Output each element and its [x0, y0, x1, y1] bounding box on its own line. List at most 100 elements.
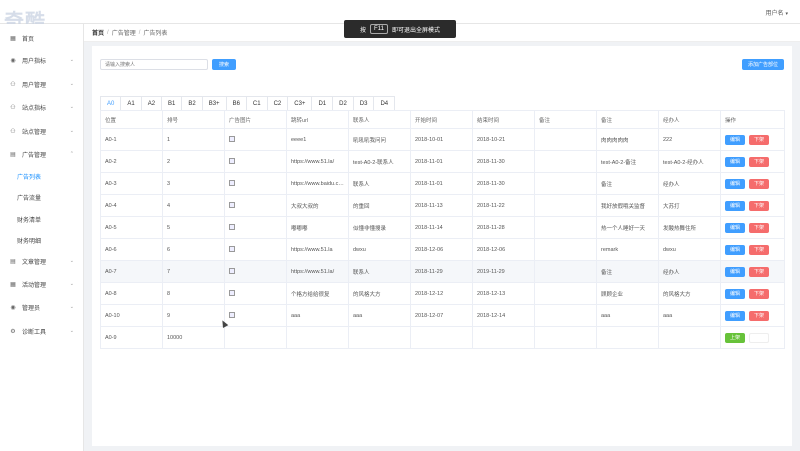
table-header-row: 位置 排号 广告图片 跳转url 联系人 开始时间 结束时间 备注 备注 经办人…	[100, 110, 785, 129]
ad-image-cell	[224, 172, 287, 195]
user-menu[interactable]: 用户名 ▾	[765, 8, 788, 17]
edit-button[interactable]: 编辑	[725, 178, 745, 189]
sidebar-item-user-metrics[interactable]: ◉ 用户指标 ⌄	[0, 53, 84, 67]
position-tabs: A0 A1 A2 B1 B2 B3+ B6 C1 C2 C3+ D1 D2 D3…	[100, 96, 396, 110]
sidebar-item-site-metrics[interactable]: ⚇ 站点指标 ⌄	[0, 100, 84, 114]
cell-start: 2018-12-12	[410, 282, 473, 305]
sidebar-item-home[interactable]: ▦ 首页	[0, 31, 84, 45]
sidebar-item-article-management[interactable]: ▤ 文章管理 ⌄	[0, 254, 84, 268]
tab-a1[interactable]: A1	[121, 97, 142, 110]
cell-contact: aaa	[348, 304, 411, 327]
tab-b2[interactable]: B2	[182, 97, 203, 110]
table-row[interactable]: A0-4 4 大叔大叔的 的重回 2018-11-13 2018-11-22 我好放假哦关监…	[100, 194, 785, 217]
sidebar-item-activity-management[interactable]: ▦ 活动管理 ⌄	[0, 277, 84, 291]
fullscreen-tip: 按 F11 即可退出全屏模式	[344, 20, 456, 38]
edit-button[interactable]: 编辑	[725, 222, 745, 233]
broken-image-icon	[229, 290, 235, 297]
column-header: 联系人	[348, 110, 411, 129]
edit-button[interactable]: 编辑	[725, 156, 745, 167]
add-ad-slot-button[interactable]: 添加广告部位	[742, 59, 784, 70]
tab-b3-plus[interactable]: B3+	[202, 97, 227, 110]
cell-memo1	[534, 304, 597, 327]
cell-no: 8	[162, 282, 225, 305]
tab-d2[interactable]: D2	[333, 97, 354, 110]
tab-a0[interactable]: A0	[101, 97, 122, 110]
take-down-button[interactable]: 下架	[749, 222, 769, 233]
empty-cell	[596, 326, 659, 349]
sidebar-item-admin[interactable]: ◉ 管理员 ⌄	[0, 300, 84, 314]
cell-start: 2018-12-07	[410, 304, 473, 327]
edit-button[interactable]: 编辑	[725, 266, 745, 277]
cell-start: 2018-10-01	[410, 128, 473, 151]
column-header: 跳转url	[286, 110, 349, 129]
sidebar-subitem-finance-list[interactable]: 财务清单	[0, 212, 84, 226]
gear-icon: ⚙	[10, 328, 16, 335]
table-row[interactable]: A0-5 5 嘟嘟嘟 似懂非懂搜录 2018-11-14 2018-11-28 热一个人睡好…	[100, 216, 785, 239]
tab-d3[interactable]: D3	[353, 97, 375, 110]
table-row[interactable]: A0-10 9 aaa aaa 2018-12-07 2018-12-14 aaa aaa 编辑…	[100, 304, 785, 327]
take-down-button[interactable]: 下架	[749, 266, 769, 277]
tab-b6[interactable]: B6	[226, 97, 247, 110]
cell-url: https://www.51.la/	[286, 150, 349, 173]
sidebar-item-site-management[interactable]: ⚇ 站点管理 ⌄	[0, 124, 84, 138]
cell-pos: A0-5	[100, 216, 163, 239]
tab-d4[interactable]: D4	[374, 97, 395, 110]
cell-start: 2018-11-13	[410, 194, 473, 217]
breadcrumb-ad-management[interactable]: 广告管理	[112, 28, 136, 37]
take-down-button[interactable]: 下架	[749, 200, 769, 211]
logo[interactable]: 奇酷 logo	[4, 0, 96, 33]
table-row[interactable]: A0-8 8 个格方给给很复 的风格大方 2018-12-12 2018-12-13 顾顾企…	[100, 282, 785, 305]
table-row[interactable]: A0-3 3 https://www.baidu.com 联系人 2018-11-01 2…	[100, 172, 785, 195]
tab-d1[interactable]: D1	[312, 97, 334, 110]
sidebar-subitem-ad-traffic[interactable]: 广告流量	[0, 190, 84, 204]
column-header: 经办人	[658, 110, 721, 129]
take-down-button[interactable]: 下架	[749, 244, 769, 255]
actions-cell: 上架	[720, 326, 785, 349]
actions-cell: 编辑 下架	[720, 128, 785, 151]
actions-cell: 编辑 下架	[720, 282, 785, 305]
document-icon: ▤	[10, 151, 16, 158]
dashboard-icon: ▦	[10, 35, 16, 42]
cell-memo2: remark	[596, 238, 659, 261]
search-button[interactable]: 搜索	[212, 59, 236, 70]
take-down-button[interactable]: 下架	[749, 310, 769, 321]
publish-button[interactable]: 上架	[725, 332, 745, 343]
edit-button[interactable]: 编辑	[725, 134, 745, 145]
tab-c3-plus[interactable]: C3+	[288, 97, 313, 110]
main-panel: 搜索 添加广告部位 A0 A1 A2 B1 B2 B3+ B6 C1 C2 C3…	[92, 46, 792, 446]
empty-cell	[472, 326, 535, 349]
take-down-button[interactable]: 下架	[749, 178, 769, 189]
actions-cell: 编辑 下架	[720, 260, 785, 283]
tab-a2[interactable]: A2	[141, 97, 163, 110]
chevron-down-icon: ⌄	[69, 328, 74, 334]
edit-button[interactable]: 编辑	[725, 288, 745, 299]
table-row[interactable]: A0-9 10000 上架	[100, 326, 785, 349]
edit-button[interactable]: 编辑	[725, 200, 745, 211]
sidebar-item-diagnostic-tools[interactable]: ⚙ 诊断工具 ⌄	[0, 324, 84, 338]
edit-button[interactable]: 编辑	[725, 310, 745, 321]
take-down-button[interactable]: 下架	[749, 134, 769, 145]
cell-contact: 的风格大方	[348, 282, 411, 305]
cell-no: 3	[162, 172, 225, 195]
breadcrumb-home[interactable]: 首页	[92, 28, 104, 37]
table-row[interactable]: A0-1 1 eeee1 吼吼吼我问问 2018-10-01 2018-10-21 肉肉肉肉…	[100, 128, 785, 151]
cell-agent: 经办人	[658, 260, 721, 283]
chevron-down-icon: ⌄	[69, 281, 74, 287]
sidebar-subitem-ad-list[interactable]: 广告列表	[0, 169, 84, 183]
sidebar-subitem-finance-detail[interactable]: 财务明细	[0, 233, 84, 247]
take-down-button[interactable]: 下架	[749, 288, 769, 299]
cell-memo1	[534, 260, 597, 283]
take-down-button[interactable]: 下架	[749, 156, 769, 167]
edit-button[interactable]: 编辑	[725, 244, 745, 255]
cell-contact: dwxu	[348, 238, 411, 261]
table-row[interactable]: A0-7 7 https://www.51.la/联系人 2018-11-29 2019…	[100, 260, 785, 283]
search-input[interactable]	[100, 59, 208, 70]
tab-c2[interactable]: C2	[267, 97, 289, 110]
table-row[interactable]: A0-6 6 https://www.51.la dwxu 2018-12-06 2018…	[100, 238, 785, 261]
sidebar-item-ad-management[interactable]: ▤ 广告管理 ⌃	[0, 147, 84, 161]
sidebar-item-label: 诊断工具	[22, 329, 47, 336]
tab-c1[interactable]: C1	[246, 97, 268, 110]
tab-b1[interactable]: B1	[162, 97, 183, 110]
table-row[interactable]: A0-2 2 https://www.51.la/test-A0-2-联系人 2018…	[100, 150, 785, 173]
sidebar-item-user-management[interactable]: ⚇ 用户管理 ⌄	[0, 77, 84, 91]
